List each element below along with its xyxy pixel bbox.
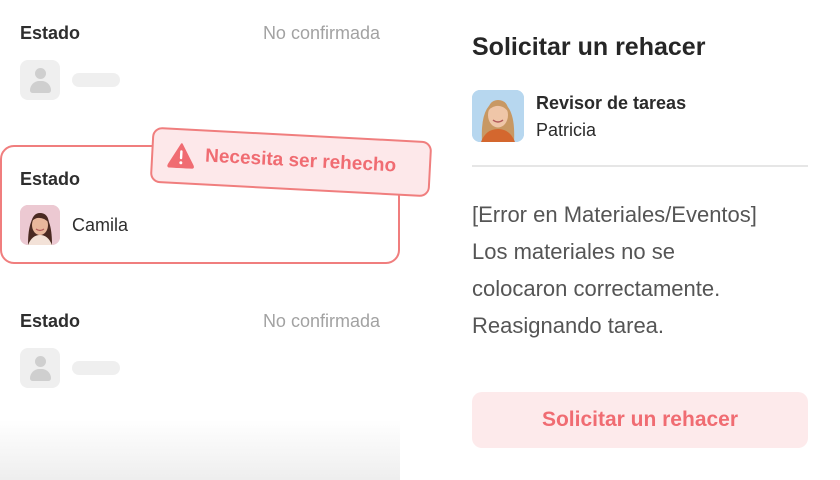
name-placeholder [72,73,120,87]
redo-message: [Error en Materiales/Eventos] Los materi… [472,196,808,344]
fade-overlay [0,420,400,480]
message-line: Los materiales no se [472,239,675,264]
status-value: No confirmada [262,23,380,43]
avatar-camila [20,205,60,245]
status-label: Estado [20,311,81,331]
warning-triangle-icon [167,142,196,169]
status-label: Estado [20,169,81,189]
request-redo-button[interactable]: Solicitar un rehacer [472,392,808,448]
user-placeholder-icon [20,60,60,100]
message-line: [Error en Materiales/Eventos] [472,202,757,227]
reviewer-role: Revisor de tareas [536,93,687,113]
assignee-name: Camila [72,215,129,235]
reviewer-name: Patricia [536,120,597,140]
panel-title: Solicitar un rehacer [472,33,706,61]
status-label: Estado [20,23,81,43]
user-placeholder-icon [20,348,60,388]
task-list: Estado No confirmada Estado Camila Neces… [0,0,433,480]
task-row-3[interactable]: Estado No confirmada [20,311,380,391]
name-placeholder [72,361,120,375]
divider [472,165,808,167]
message-line: Reasignando tarea. [472,313,665,338]
badge-text: Necesita ser rehecho [204,145,397,177]
redo-request-panel: Solicitar un rehacer Revisor de tareas P… [472,0,808,480]
status-value: No confirmada [262,311,380,331]
avatar-patricia [472,90,524,142]
task-row-1[interactable]: Estado No confirmada [20,23,380,103]
message-line: colocaron correctamente. [472,276,721,301]
